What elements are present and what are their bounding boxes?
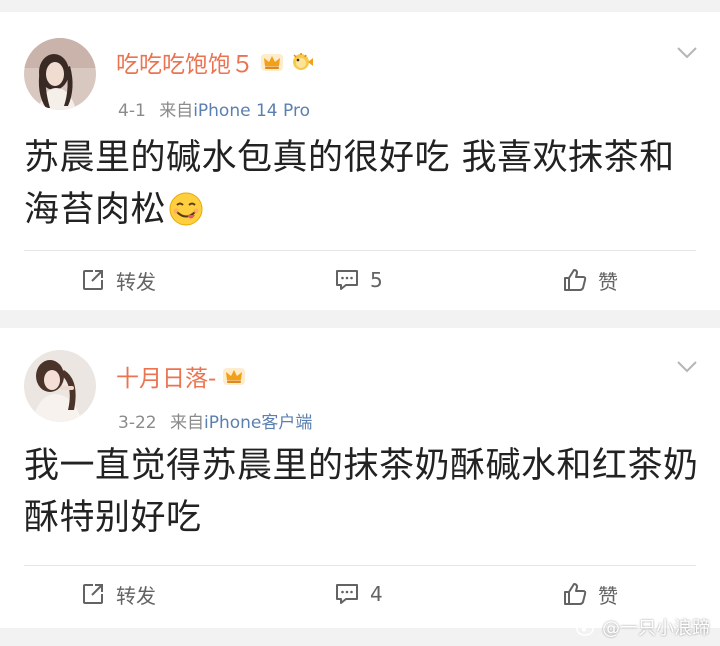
- username-text: 十月日落-: [116, 366, 217, 392]
- avatar[interactable]: [24, 38, 96, 110]
- source-link[interactable]: iPhone客户端: [204, 413, 312, 433]
- weibo-post: 十月日落- 3-22 来自iPhone客户端 我一直觉得苏晨里的抹茶奶酥碱水和红…: [0, 328, 720, 628]
- source-prefix: 来自: [159, 101, 194, 121]
- watermark: @一只小浪蹄: [576, 614, 710, 640]
- post-text: 苏晨里的碱水包真的很好吃 我喜欢抹茶和海苔肉松: [24, 138, 675, 230]
- avatar[interactable]: [24, 350, 96, 422]
- post-date: 4-1: [118, 101, 146, 121]
- like-button[interactable]: 赞: [562, 252, 618, 308]
- yum-face-emoji: [169, 192, 203, 226]
- weibo-logo-icon: [576, 620, 597, 636]
- forward-button[interactable]: 转发: [80, 566, 156, 622]
- pufferfish-icon: [293, 53, 313, 70]
- post-meta: 4-1 来自iPhone 14 Pro: [118, 96, 310, 121]
- forward-label: 转发: [116, 269, 156, 294]
- divider: [24, 250, 696, 251]
- post-content: 我一直觉得苏晨里的抹茶奶酥碱水和红茶奶酥特别好吃: [24, 440, 700, 544]
- top-gap: [0, 0, 720, 12]
- watermark-text: @一只小浪蹄: [602, 618, 710, 639]
- crown-icon: [223, 368, 246, 385]
- source-link[interactable]: iPhone 14 Pro: [193, 101, 310, 121]
- share-icon: [83, 584, 103, 604]
- like-label: 赞: [598, 583, 618, 608]
- post-date: 3-22: [118, 413, 157, 433]
- crown-icon: [261, 54, 283, 71]
- comment-icon: [336, 584, 358, 604]
- comment-count: 5: [370, 268, 383, 292]
- comment-icon: [336, 270, 358, 290]
- chevron-down-icon[interactable]: [676, 360, 698, 374]
- comment-button[interactable]: 5: [334, 252, 383, 308]
- comment-button[interactable]: 4: [334, 566, 383, 622]
- chevron-down-icon[interactable]: [676, 46, 698, 60]
- username[interactable]: 十月日落-: [116, 359, 246, 393]
- thumbs-up-icon: [564, 269, 587, 291]
- post-content: 苏晨里的碱水包真的很好吃 我喜欢抹茶和海苔肉松: [24, 132, 700, 236]
- source-prefix: 来自: [170, 413, 204, 433]
- username-text: 吃吃吃饱饱５: [116, 52, 254, 78]
- like-label: 赞: [598, 269, 618, 294]
- post-text: 我一直觉得苏晨里的抹茶奶酥碱水和红茶奶酥特别好吃: [24, 446, 699, 538]
- weibo-post: 吃吃吃饱饱５ 4-1 来自iPhone 14 Pro 苏晨里的碱水包真的很好吃 …: [0, 12, 720, 310]
- action-bar: 转发 5 赞: [0, 252, 720, 308]
- thumbs-up-icon: [564, 583, 587, 605]
- forward-label: 转发: [116, 583, 156, 608]
- share-icon: [83, 270, 103, 290]
- comment-count: 4: [370, 582, 383, 606]
- forward-button[interactable]: 转发: [80, 252, 156, 308]
- username[interactable]: 吃吃吃饱饱５: [116, 45, 314, 79]
- post-meta: 3-22 来自iPhone客户端: [118, 408, 312, 433]
